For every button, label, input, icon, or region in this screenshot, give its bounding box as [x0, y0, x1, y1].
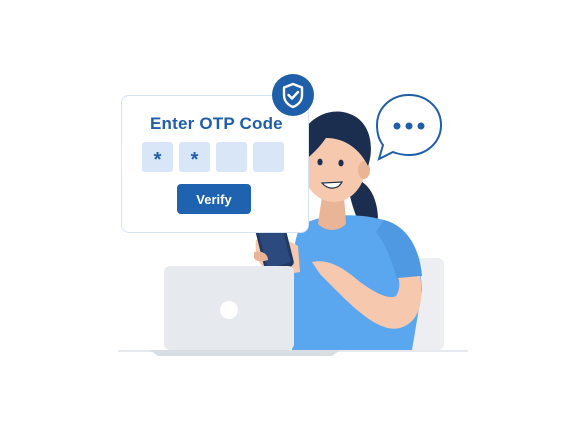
laptop-logo: [220, 301, 238, 319]
shield-check-icon: [282, 82, 304, 109]
eye-left: [317, 158, 323, 166]
verify-button[interactable]: Verify: [177, 184, 251, 214]
ellipsis-icon: [393, 122, 425, 130]
otp-card-title: Enter OTP Code: [150, 114, 283, 133]
shield-badge: [272, 74, 314, 116]
eye-right: [338, 159, 344, 167]
speech-bubble: [375, 93, 443, 161]
otp-digit-2[interactable]: *: [179, 142, 210, 172]
otp-digit-1[interactable]: *: [142, 142, 173, 172]
otp-digit-3[interactable]: [216, 142, 247, 172]
otp-digit-4[interactable]: [253, 142, 284, 172]
laptop-base: [150, 350, 340, 356]
